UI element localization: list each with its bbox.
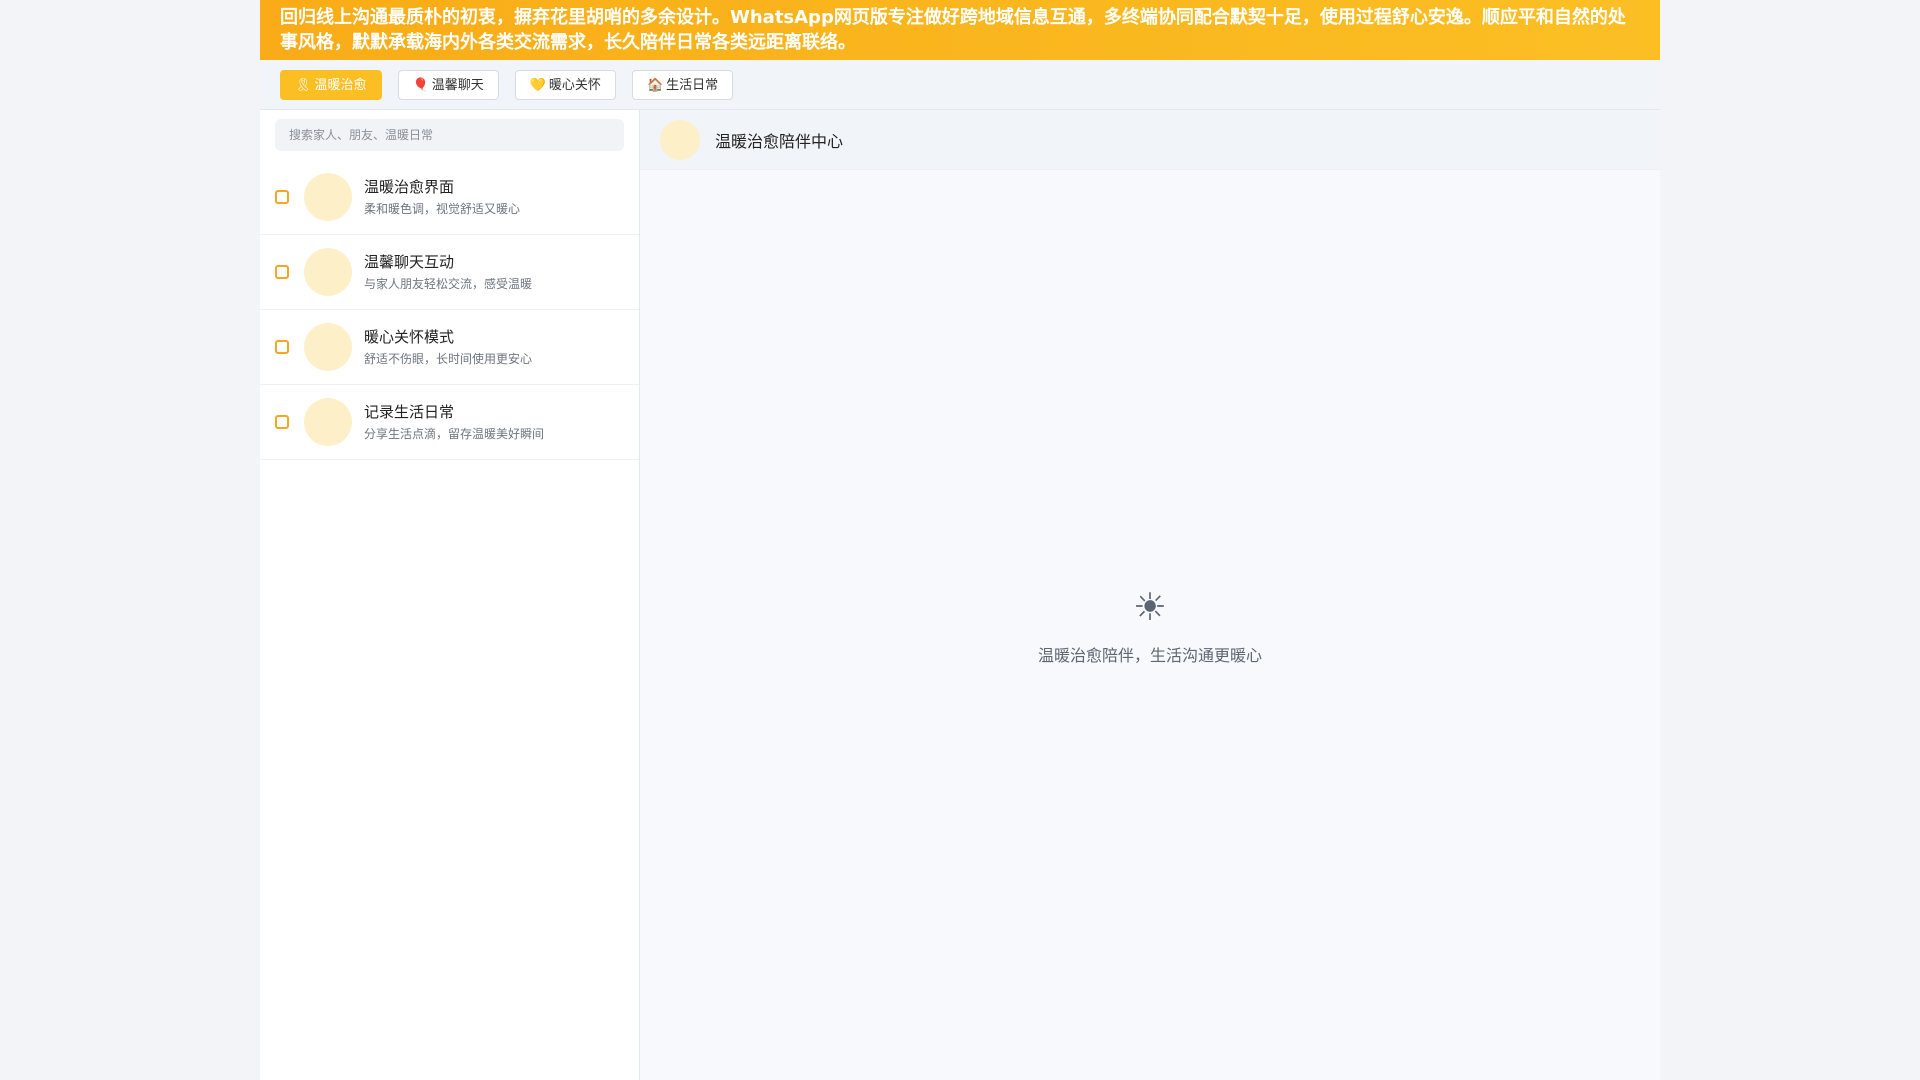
item-subtitle: 分享生活点滴，留存温暖美好瞬间 <box>364 426 545 441</box>
chat-panel: 温暖治愈陪伴中心 ☀ 温暖治愈陪伴，生活沟通更暖心 <box>640 110 1660 1080</box>
app-window: 回归线上沟通最质朴的初衷，摒弃花里胡哨的多余设计。WhatsApp网页版专注做好… <box>260 0 1660 1080</box>
item-checkbox[interactable] <box>275 265 289 279</box>
tab-daily-life[interactable]: 🏠 生活日常 <box>631 69 734 100</box>
list-item[interactable]: 温馨聊天互动 与家人朋友轻松交流，感受温暖 <box>260 235 639 310</box>
item-checkbox[interactable] <box>275 190 289 204</box>
tab-bar: 🎗 温暖治愈 🎈 温馨聊天 💛 暖心关怀 🏠 生活日常 <box>260 60 1660 110</box>
tab-label: 生活日常 <box>666 77 719 93</box>
item-text: 记录生活日常 分享生活点滴，留存温暖美好瞬间 <box>364 402 544 443</box>
list-item[interactable]: 暖心关怀模式 舒适不伤眼，长时间使用更安心 <box>260 310 639 385</box>
balloon-icon: 🎈 <box>412 77 429 93</box>
tab-caring[interactable]: 💛 暖心关怀 <box>514 69 616 100</box>
item-subtitle: 柔和暖色调，视觉舒适又暖心 <box>364 201 521 216</box>
avatar <box>304 248 352 296</box>
search-input[interactable] <box>275 119 624 151</box>
item-text: 暖心关怀模式 舒适不伤眼，长时间使用更安心 <box>364 327 532 368</box>
item-title: 记录生活日常 <box>364 402 455 421</box>
house-icon: 🏠 <box>646 77 664 93</box>
empty-state-text: 温暖治愈陪伴，生活沟通更暖心 <box>1037 646 1262 665</box>
list-item[interactable]: 温暖治愈界面 柔和暖色调，视觉舒适又暖心 <box>260 160 639 235</box>
chat-title: 温暖治愈陪伴中心 <box>715 131 844 151</box>
top-banner: 回归线上沟通最质朴的初衷，摒弃花里胡哨的多余设计。WhatsApp网页版专注做好… <box>260 0 1660 60</box>
avatar <box>304 173 352 221</box>
item-subtitle: 舒适不伤眼，长时间使用更安心 <box>364 351 533 366</box>
search-bar <box>260 110 639 160</box>
chat-header: 温暖治愈陪伴中心 <box>640 110 1660 170</box>
item-subtitle: 与家人朋友轻松交流，感受温暖 <box>364 276 533 291</box>
tab-cozy-chat[interactable]: 🎈 温馨聊天 <box>397 69 499 100</box>
avatar <box>304 398 352 446</box>
content-area: 温暖治愈界面 柔和暖色调，视觉舒适又暖心 温馨聊天互动 与家人朋友轻松交流，感受… <box>260 110 1660 1080</box>
item-checkbox[interactable] <box>275 340 289 354</box>
tab-label: 暖心关怀 <box>548 77 601 93</box>
tab-warm-healing[interactable]: 🎗 温暖治愈 <box>280 69 382 100</box>
item-checkbox[interactable] <box>275 415 289 429</box>
avatar <box>304 323 352 371</box>
ribbon-icon: 🎗 <box>295 77 312 93</box>
banner-text: 回归线上沟通最质朴的初衷，摒弃花里胡哨的多余设计。WhatsApp网页版专注做好… <box>280 7 1626 53</box>
item-title: 温暖治愈界面 <box>364 177 455 196</box>
sun-icon: ☀ <box>1132 585 1168 629</box>
empty-state: ☀ 温暖治愈陪伴，生活沟通更暖心 <box>640 582 1660 666</box>
item-text: 温馨聊天互动 与家人朋友轻松交流，感受温暖 <box>364 252 532 293</box>
item-text: 温暖治愈界面 柔和暖色调，视觉舒适又暖心 <box>364 177 520 218</box>
list-item[interactable]: 记录生活日常 分享生活点滴，留存温暖美好瞬间 <box>260 385 639 460</box>
heart-icon: 💛 <box>529 77 546 93</box>
sidebar: 温暖治愈界面 柔和暖色调，视觉舒适又暖心 温馨聊天互动 与家人朋友轻松交流，感受… <box>260 110 640 1080</box>
avatar[interactable] <box>660 119 700 160</box>
item-title: 温馨聊天互动 <box>364 252 455 271</box>
item-title: 暖心关怀模式 <box>364 327 455 346</box>
tab-label: 温馨聊天 <box>431 77 484 93</box>
tab-label: 温暖治愈 <box>314 77 367 93</box>
